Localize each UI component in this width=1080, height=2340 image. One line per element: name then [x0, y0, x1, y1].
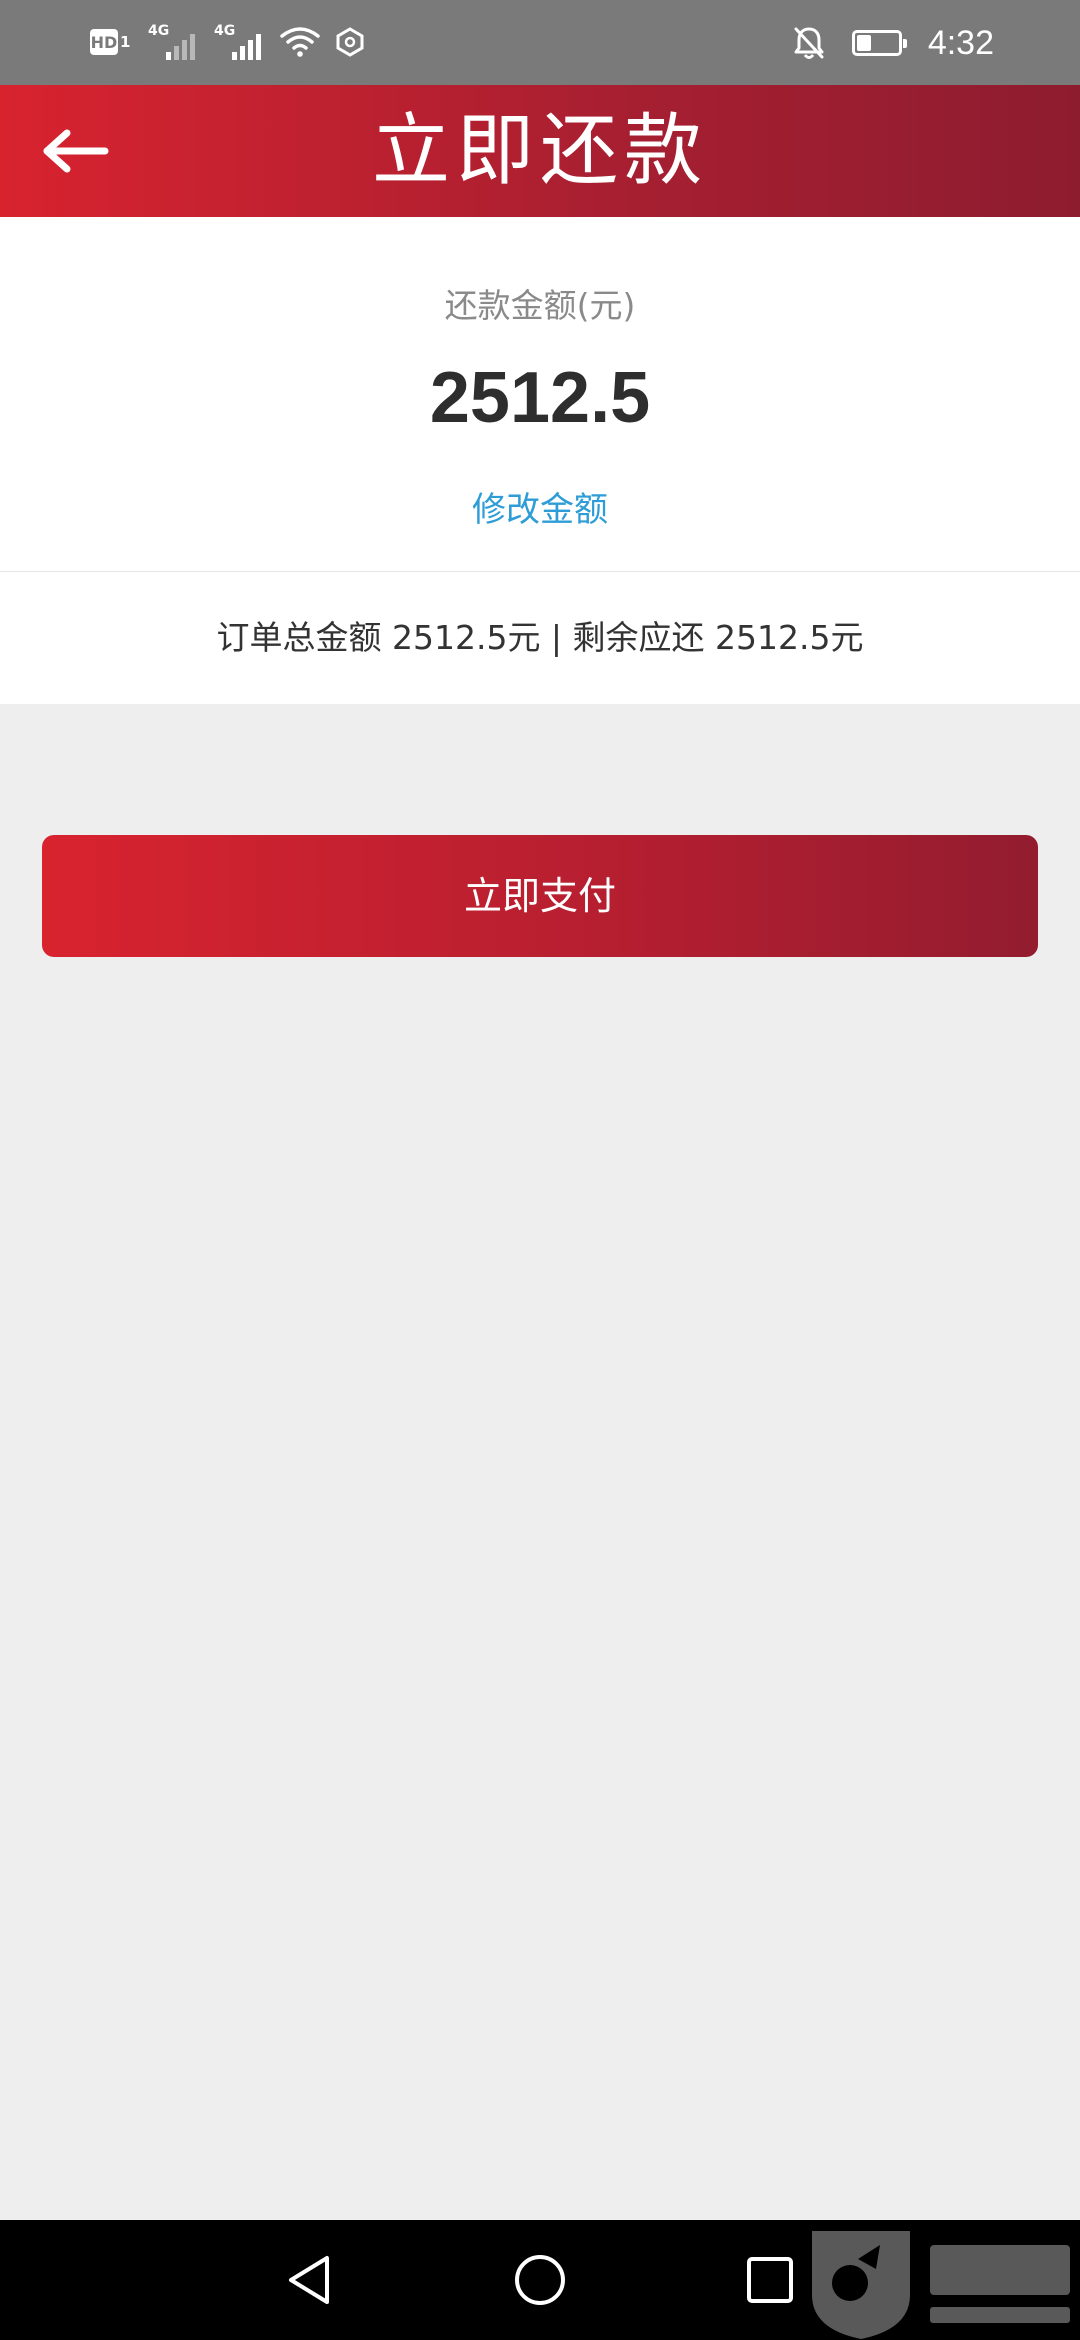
nfc-icon — [336, 27, 364, 57]
status-left: HD 1 4G 4G — [90, 22, 366, 62]
clock: 4:32 — [927, 23, 994, 62]
nav-home-button[interactable] — [510, 2250, 570, 2310]
repayment-screen: HD 1 4G 4G 4:32 立即还款 还款金额(元) 2512.5 修改金额… — [0, 0, 1080, 2340]
status-bar: HD 1 4G 4G 4:32 — [0, 0, 1080, 85]
pay-now-button[interactable]: 立即支付 — [42, 835, 1038, 957]
page-title: 立即还款 — [371, 106, 708, 196]
amount-value: 2512.5 — [429, 358, 651, 438]
battery-icon — [851, 30, 907, 56]
hd-sub: 1 — [120, 33, 131, 51]
status-right: 4:32 — [792, 22, 994, 64]
signal-icon: 4G — [214, 24, 266, 60]
order-summary: 订单总金额 2512.5元 | 剩余应还 2512.5元 — [0, 572, 1080, 704]
nav-back-button[interactable] — [280, 2250, 340, 2310]
hd-label: HD — [90, 29, 118, 55]
title-bar: 立即还款 — [0, 85, 1080, 217]
edit-amount-link[interactable]: 修改金额 — [410, 482, 670, 531]
mute-bell-icon — [794, 27, 824, 59]
watermark-logo — [812, 2231, 1070, 2339]
signal-icon: 4G — [148, 24, 200, 60]
wifi-icon — [280, 27, 320, 57]
nav-recents-button[interactable] — [740, 2250, 800, 2310]
recents-square-icon — [747, 2257, 793, 2303]
hd-icon: HD 1 — [90, 27, 134, 57]
home-circle-icon — [515, 2255, 565, 2305]
amount-card: 还款金额(元) 2512.5 修改金额 — [0, 217, 1080, 572]
back-triangle-icon — [289, 2256, 329, 2304]
amount-label: 还款金额(元) — [444, 286, 636, 325]
